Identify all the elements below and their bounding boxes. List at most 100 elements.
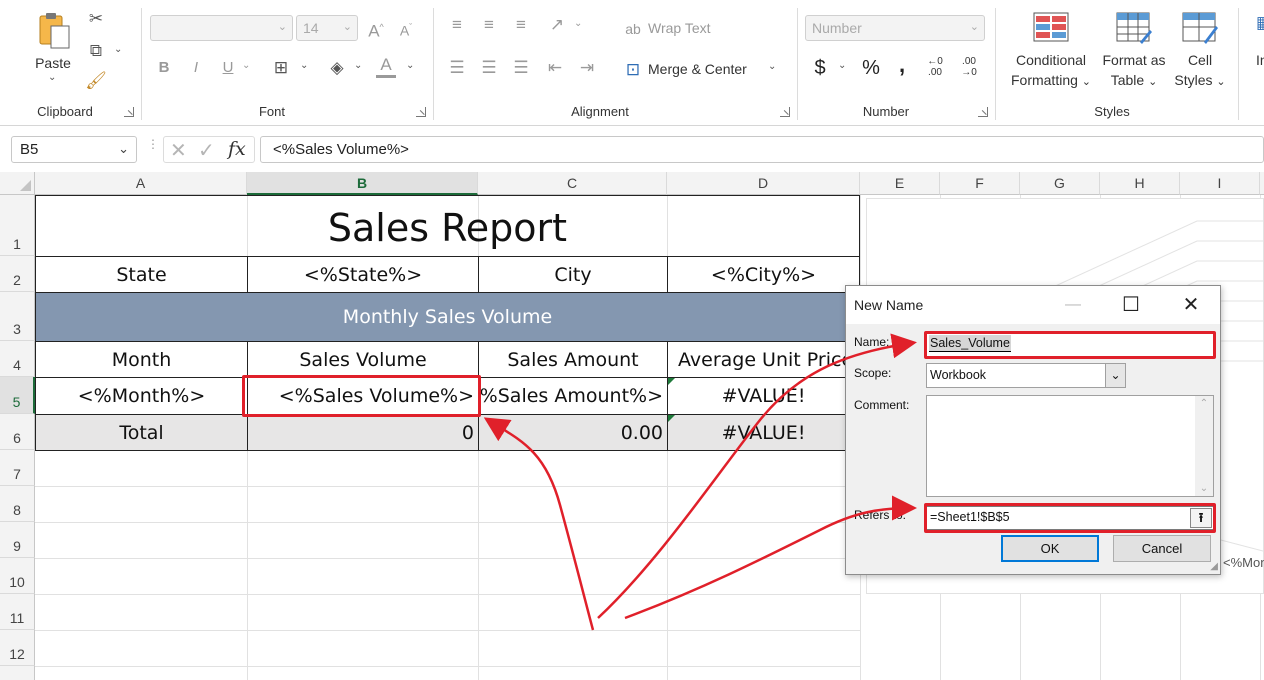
cancel-entry-icon[interactable]: ✕ (170, 138, 187, 163)
row-header-13-partial[interactable] (0, 666, 35, 680)
alignment-launcher-icon[interactable] (780, 107, 790, 117)
row-header-4[interactable]: 4 (0, 341, 35, 377)
column-header-d[interactable]: D (667, 172, 860, 195)
align-middle-icon[interactable]: ≡ (478, 14, 500, 36)
cut-icon[interactable]: ✂ (84, 8, 108, 30)
increase-indent-icon[interactable]: ⇥ (576, 57, 598, 79)
scroll-down-icon[interactable]: ⌄ (1195, 483, 1213, 494)
percent-button[interactable]: % (860, 57, 882, 79)
bold-button[interactable]: B (154, 57, 174, 79)
decrease-decimal-button[interactable]: .00 →0 (956, 56, 982, 78)
column-header-h[interactable]: H (1100, 172, 1180, 195)
scroll-up-icon[interactable]: ⌃ (1195, 398, 1213, 409)
cancel-button[interactable]: Cancel (1113, 535, 1211, 562)
increase-decimal-button[interactable]: ←0.00 (922, 56, 948, 78)
row-header-1[interactable]: 1 (0, 195, 35, 256)
chevron-down-icon[interactable]: ⌄ (838, 60, 846, 71)
select-all-button[interactable] (0, 172, 35, 195)
row-header-2[interactable]: 2 (0, 256, 35, 292)
row-header-10[interactable]: 10 (0, 558, 35, 594)
total-sales-volume[interactable]: 0 (247, 414, 479, 451)
minimize-icon[interactable]: — (1058, 292, 1088, 318)
currency-button[interactable]: $ (810, 57, 830, 79)
header-average-unit-price[interactable]: Average Unit Price (667, 341, 860, 378)
row-header-6[interactable]: 6 (0, 414, 35, 450)
confirm-entry-icon[interactable]: ✓ (198, 138, 215, 163)
align-left-icon[interactable]: ☰ (446, 57, 468, 79)
format-as-table-button[interactable]: Format as Table ⌄ (1098, 10, 1170, 92)
column-header-f[interactable]: F (940, 172, 1020, 195)
font-color-button[interactable]: A (376, 55, 396, 78)
chevron-down-icon[interactable]: ⌄ (300, 60, 308, 71)
align-bottom-icon[interactable]: ≡ (510, 14, 532, 36)
row-header-5[interactable]: 5 (0, 377, 35, 414)
close-icon[interactable]: ✕ (1176, 292, 1206, 318)
decrease-indent-icon[interactable]: ⇤ (544, 57, 566, 79)
font-name-select[interactable]: ⌄ (150, 15, 293, 41)
column-header-b[interactable]: B (247, 172, 478, 195)
fill-color-icon[interactable]: ◈ (326, 57, 348, 79)
align-center-icon[interactable]: ☰ (478, 57, 500, 79)
row-header-3[interactable]: 3 (0, 292, 35, 341)
formula-input[interactable]: <%Sales Volume%> (260, 136, 1264, 163)
insert-function-icon[interactable]: fx (228, 138, 246, 160)
header-sales-volume[interactable]: Sales Volume (247, 341, 479, 378)
chevron-down-icon[interactable]: ⌄ (242, 60, 250, 71)
cell-month[interactable]: <%Month%> (35, 377, 248, 415)
formula-bar-grip-icon[interactable]: ⋮ (147, 138, 159, 158)
total-sales-amount[interactable]: 0.00 (478, 414, 668, 451)
chevron-down-icon[interactable]: ⌄ (354, 60, 362, 71)
number-format-select[interactable]: Number ⌄ (805, 15, 985, 41)
cell-styles-button[interactable]: Cell Styles ⌄ (1170, 10, 1230, 92)
orientation-icon[interactable]: ↗ (546, 14, 568, 36)
comment-textarea[interactable]: ⌃ ⌄ (926, 395, 1214, 497)
clipboard-launcher-icon[interactable] (124, 107, 134, 117)
increase-font-icon[interactable]: A^ (364, 16, 388, 43)
resize-grip-icon[interactable]: ◢ (1210, 561, 1218, 572)
column-header-j-partial[interactable] (1260, 172, 1264, 195)
column-header-c[interactable]: C (478, 172, 667, 195)
column-header-a[interactable]: A (35, 172, 247, 195)
city-label[interactable]: City (478, 256, 668, 293)
font-launcher-icon[interactable] (416, 107, 426, 117)
italic-button[interactable]: I (186, 57, 206, 79)
header-sales-amount[interactable]: Sales Amount (478, 341, 668, 378)
scope-select[interactable]: Workbook ⌄ (926, 363, 1126, 388)
merge-center-button[interactable]: ⊡ Merge & Center ⌄ (622, 59, 782, 81)
format-painter-icon[interactable]: 🖌 (84, 70, 108, 92)
comment-scrollbar[interactable]: ⌃ ⌄ (1195, 396, 1213, 496)
dialog-titlebar[interactable]: New Name — ☐ ✕ (846, 286, 1220, 324)
paste-button[interactable]: Paste ⌄ (30, 8, 76, 83)
column-header-e[interactable]: E (860, 172, 940, 195)
insert-button-partial[interactable]: ▦ In (1246, 10, 1264, 92)
cell-sales-amount[interactable]: <%Sales Amount%> (478, 377, 668, 415)
column-header-g[interactable]: G (1020, 172, 1100, 195)
chevron-down-icon[interactable]: ⌄ (114, 44, 122, 55)
font-size-select[interactable]: 14 ⌄ (296, 15, 358, 41)
row-header-8[interactable]: 8 (0, 486, 35, 522)
chevron-down-icon[interactable]: ⌄ (118, 141, 129, 157)
wrap-text-button[interactable]: ab Wrap Text (622, 18, 732, 40)
total-label[interactable]: Total (35, 414, 248, 451)
cell-average-unit-price[interactable]: #VALUE! (667, 377, 860, 415)
row-header-11[interactable]: 11 (0, 594, 35, 630)
maximize-icon[interactable]: ☐ (1116, 292, 1146, 318)
row-header-12[interactable]: 12 (0, 630, 35, 666)
report-title[interactable]: Sales Report (35, 195, 860, 257)
state-label[interactable]: State (35, 256, 248, 293)
copy-icon[interactable]: ⧉ (84, 40, 108, 62)
row-header-9[interactable]: 9 (0, 522, 35, 558)
city-value[interactable]: <%City%> (667, 256, 860, 293)
decrease-font-icon[interactable]: Aˇ (394, 16, 418, 42)
column-header-i[interactable]: I (1180, 172, 1260, 195)
name-box[interactable]: B5 ⌄ (11, 136, 137, 163)
ok-button[interactable]: OK (1001, 535, 1099, 562)
total-average-unit-price[interactable]: #VALUE! (667, 414, 860, 451)
number-launcher-icon[interactable] (978, 107, 988, 117)
comma-button[interactable]: , (894, 54, 910, 76)
conditional-formatting-button[interactable]: Conditional Formatting ⌄ (1004, 10, 1098, 92)
chevron-down-icon[interactable]: ⌄ (574, 18, 582, 29)
header-month[interactable]: Month (35, 341, 248, 378)
align-right-icon[interactable]: ☰ (510, 57, 532, 79)
state-value[interactable]: <%State%> (247, 256, 479, 293)
